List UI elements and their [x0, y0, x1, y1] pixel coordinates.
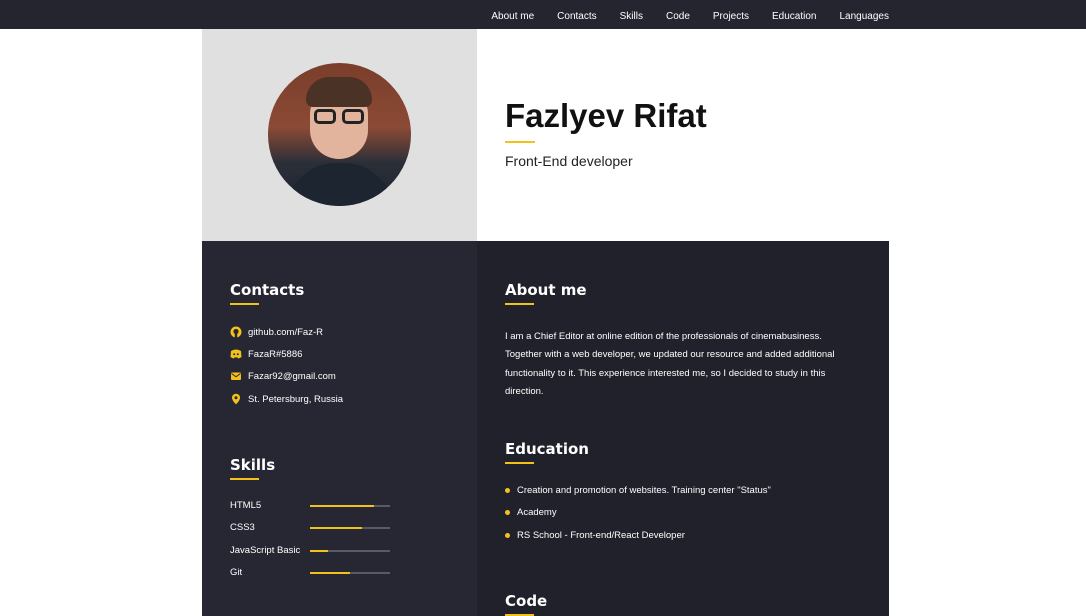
contact-email[interactable]: Fazar92@gmail.com	[230, 369, 336, 383]
contact-location-text: St. Petersburg, Russia	[248, 393, 344, 405]
skill-item: HTML5	[230, 500, 400, 512]
cv-page: Fazlyev Rifat Front-End developer Contac…	[202, 29, 889, 616]
skill-bar-fill	[310, 550, 328, 552]
contact-email-text: Fazar92@gmail.com	[248, 370, 336, 382]
name-underline	[505, 141, 535, 143]
education-item: RS School - Front-end/React Developer	[505, 529, 685, 541]
skill-item: CSS3	[230, 522, 400, 534]
full-name: Fazlyev Rifat	[505, 97, 707, 135]
skill-bar-fill	[310, 572, 350, 574]
code-heading: Code	[505, 592, 548, 610]
contact-location[interactable]: St. Petersburg, Russia	[230, 392, 343, 406]
avatar	[268, 63, 411, 206]
skill-name: CSS3	[230, 522, 255, 533]
contact-discord-text: FazaR#5886	[248, 348, 303, 360]
skill-item: Git	[230, 567, 400, 579]
about-underline	[505, 303, 534, 305]
about-heading: About me	[505, 281, 587, 299]
nav-link-languages[interactable]: Languages	[840, 11, 890, 22]
bullet-icon	[505, 532, 510, 538]
nav-link-about[interactable]: About me	[491, 11, 534, 22]
github-icon	[230, 326, 242, 338]
top-navigation: About me Contacts Skills Code Projects E…	[0, 0, 1086, 29]
contacts-heading: Contacts	[230, 281, 305, 299]
hero-name-panel: Fazlyev Rifat Front-End developer	[477, 29, 889, 241]
education-underline	[505, 462, 534, 464]
skill-bar-fill	[310, 505, 374, 507]
bullet-icon	[505, 487, 510, 493]
skill-bar-fill	[310, 527, 362, 529]
nav-link-skills[interactable]: Skills	[620, 11, 643, 22]
nav-link-education[interactable]: Education	[772, 11, 816, 22]
about-text: I am a Chief Editor at online edition of…	[505, 331, 835, 397]
skill-bar	[310, 505, 390, 507]
education-item-text: Academy	[517, 506, 557, 518]
education-heading: Education	[505, 440, 589, 458]
nav-list: About me Contacts Skills Code Projects E…	[468, 0, 889, 29]
first-name: Fazlyev	[505, 97, 625, 134]
skill-name: Git	[230, 567, 243, 578]
sidebar: Contacts github.com/Faz-R FazaR#5886 Faz…	[202, 241, 477, 616]
job-position: Front-End developer	[505, 153, 633, 169]
education-item: Creation and promotion of websites. Trai…	[505, 484, 771, 496]
contact-discord[interactable]: FazaR#5886	[230, 347, 302, 361]
education-item-text: Creation and promotion of websites. Trai…	[517, 484, 771, 496]
nav-link-code[interactable]: Code	[666, 11, 690, 22]
contacts-underline	[230, 303, 259, 305]
education-item-text: RS School - Front-end/React Developer	[517, 529, 685, 541]
bullet-icon	[505, 509, 510, 515]
contact-github[interactable]: github.com/Faz-R	[230, 325, 323, 339]
skill-name: JavaScript Basic	[230, 545, 301, 556]
skill-bar	[310, 527, 390, 529]
nav-link-projects[interactable]: Projects	[713, 11, 749, 22]
skills-heading: Skills	[230, 456, 276, 474]
skills-underline	[230, 478, 259, 480]
location-icon	[230, 393, 242, 405]
skill-item: JavaScript Basic	[230, 545, 400, 557]
main-content: About me I am a Chief Editor at online e…	[477, 241, 889, 616]
hero-photo-panel	[202, 29, 477, 241]
education-item: Academy	[505, 506, 557, 518]
discord-icon	[230, 348, 242, 360]
nav-link-contacts[interactable]: Contacts	[557, 11, 596, 22]
contact-github-text: github.com/Faz-R	[248, 326, 323, 338]
skill-bar	[310, 550, 390, 552]
skill-bar	[310, 572, 390, 574]
skill-name: HTML5	[230, 500, 262, 511]
last-name: Rifat	[624, 97, 707, 134]
mail-icon	[230, 370, 242, 382]
